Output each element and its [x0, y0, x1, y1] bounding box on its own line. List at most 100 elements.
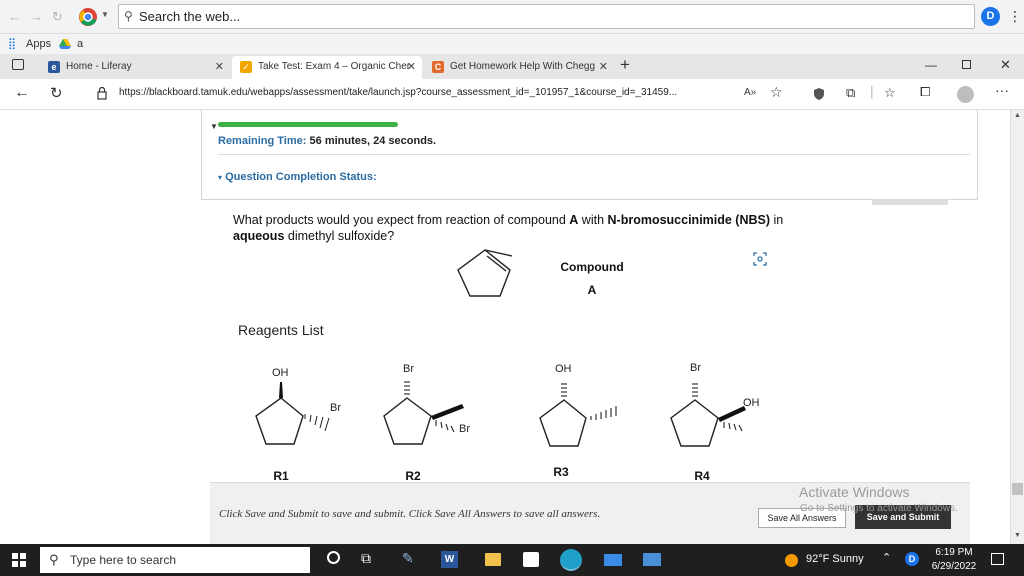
search-icon: ⚲	[49, 552, 59, 567]
profile-avatar[interactable]	[957, 86, 974, 103]
close-tab-icon[interactable]: ✕	[215, 56, 224, 78]
remaining-time: Remaining Time: 56 minutes, 24 seconds.	[218, 135, 436, 147]
q-part2: with	[578, 213, 608, 227]
r3-structure	[539, 383, 617, 447]
r1-label: R1	[273, 469, 289, 483]
forward-arrow-icon[interactable]: →	[30, 9, 43, 24]
question-text: What products would you expect from reac…	[233, 212, 793, 244]
minimize-icon[interactable]: —	[925, 58, 937, 72]
time-progress-bar	[218, 122, 398, 127]
close-tab-icon[interactable]: ✕	[599, 56, 608, 78]
q-compound: A	[569, 213, 579, 227]
shield-icon[interactable]	[813, 87, 825, 101]
favorite-star-icon[interactable]: ☆	[770, 84, 783, 101]
remaining-minutes: 56	[309, 135, 322, 147]
tab-label: Home - Liferay	[66, 61, 132, 72]
question-completion-status[interactable]: ▾ Question Completion Status:	[218, 171, 377, 183]
clock[interactable]: 6:19 PM 6/29/2022	[926, 546, 982, 574]
tab-home-liferay[interactable]: e Home - Liferay ✕	[40, 56, 230, 79]
compound-letter: A	[587, 283, 597, 297]
web-search-input[interactable]: ⚲ Search the web...	[118, 4, 975, 29]
zoom-image-icon[interactable]	[753, 252, 767, 266]
url-field[interactable]: https://blackboard.tamuk.edu/webapps/ass…	[119, 87, 677, 98]
store-icon[interactable]	[523, 552, 539, 567]
reagents-list-title: Reagents List	[238, 322, 324, 338]
r4-top-substituent: Br	[690, 362, 701, 374]
web-search-placeholder: Search the web...	[139, 9, 241, 24]
dropdown-caret-icon[interactable]: ▼	[101, 10, 109, 19]
chevron-up-icon[interactable]: ⌃	[882, 551, 891, 564]
close-window-icon[interactable]: ✕	[1000, 57, 1011, 73]
read-aloud-icon[interactable]: A»	[744, 87, 756, 98]
clock-time: 6:19 PM	[935, 547, 973, 558]
reload-icon[interactable]: ↻	[50, 84, 63, 102]
back-icon[interactable]: ←	[14, 84, 30, 102]
remaining-seconds: 24	[373, 135, 386, 147]
bookmark-a[interactable]: a	[77, 38, 83, 50]
blackboard-favicon-icon: ✓	[240, 61, 252, 73]
new-tab-button[interactable]: +	[620, 55, 630, 75]
tab-take-test[interactable]: ✓ Take Test: Exam 4 – Organic Cher ✕	[232, 56, 422, 79]
weather-text[interactable]: 92°F Sunny	[806, 553, 864, 565]
scroll-up-icon[interactable]: ▲	[1014, 112, 1021, 119]
back-arrow-icon[interactable]: ←	[8, 9, 21, 24]
remaining-label: Remaining Time:	[218, 135, 307, 147]
tab-actions-icon[interactable]	[12, 59, 24, 70]
task-view-icon[interactable]: ⧉	[361, 550, 371, 567]
r1-structure	[255, 382, 330, 445]
compound-label: Compound	[560, 260, 624, 274]
file-explorer-icon[interactable]	[485, 553, 501, 566]
chevron-down-icon: ▾	[218, 173, 223, 182]
word-icon[interactable]: W	[441, 551, 458, 568]
clock-date: 6/29/2022	[931, 561, 977, 572]
scroll-down-icon[interactable]: ▼	[1014, 532, 1021, 539]
address-bar: ← ↻ https://blackboard.tamuk.edu/webapps…	[0, 79, 1024, 110]
settings-more-icon[interactable]: ···	[995, 82, 1009, 98]
collections-icon[interactable]: ⧠	[920, 84, 930, 100]
q-part1: What products would you expect from reac…	[233, 213, 570, 227]
windows-taskbar: ⚲ Type here to search ⧉ ✎ W 92°F Sunny ⌃…	[0, 544, 1024, 576]
windows-start-icon[interactable]	[12, 553, 26, 567]
collapse-caret-icon[interactable]: ▼	[210, 122, 218, 131]
r2-label: R2	[405, 469, 421, 483]
cortana-icon[interactable]	[327, 551, 340, 564]
taskbar-search-placeholder: Type here to search	[70, 553, 177, 567]
footer-instructions: Click Save and Submit to save and submit…	[219, 508, 601, 520]
q-solvent: aqueous	[233, 229, 285, 243]
extensions-puzzle-icon[interactable]: ⧉	[846, 85, 855, 101]
activate-windows-title: Activate Windows	[799, 484, 910, 500]
sun-weather-icon[interactable]	[785, 554, 798, 567]
taskbar-search-input[interactable]: ⚲ Type here to search	[40, 547, 310, 573]
mail-icon[interactable]	[604, 554, 622, 566]
restore-icon[interactable]	[962, 60, 971, 69]
close-tab-icon[interactable]: ✕	[407, 56, 416, 78]
q-part3: in	[770, 213, 784, 227]
seconds-word: seconds.	[388, 135, 437, 147]
r2-top-substituent: Br	[403, 363, 414, 375]
chrome-logo-icon[interactable]	[78, 7, 98, 27]
toolbar-divider: |	[870, 83, 874, 99]
compound-a-structure	[457, 249, 513, 297]
r3-label: R3	[553, 465, 569, 479]
lock-icon[interactable]	[97, 87, 107, 100]
scrollbar-thumb[interactable]	[1012, 483, 1023, 495]
extension-d-icon[interactable]: D	[981, 7, 1000, 26]
vertical-scrollbar[interactable]: ▲ ▼	[1010, 110, 1024, 544]
notifications-icon[interactable]	[991, 553, 1004, 565]
refresh-icon[interactable]: ↻	[52, 9, 63, 25]
tab-strip: e Home - Liferay ✕ ✓ Take Test: Exam 4 –…	[0, 54, 1024, 79]
q-part4: dimethyl sulfoxide?	[284, 229, 395, 243]
drive-icon[interactable]	[59, 39, 71, 49]
activate-windows-subtitle: Go to Settings to activate Windows.	[800, 503, 958, 514]
favorites-list-icon[interactable]: ☆	[884, 85, 896, 101]
liferay-favicon-icon: e	[48, 61, 60, 73]
tray-d-icon[interactable]: D	[905, 552, 919, 566]
apps-grid-icon: ⣿	[8, 38, 17, 50]
chegg-favicon-icon: C	[432, 61, 444, 73]
edge-browser-icon[interactable]	[560, 549, 582, 571]
pen-app-icon[interactable]: ✎	[402, 550, 414, 567]
menu-dots-icon[interactable]: ⋮	[1008, 8, 1022, 25]
apps-link[interactable]: Apps	[26, 38, 51, 50]
photos-icon[interactable]	[643, 553, 661, 566]
tab-chegg[interactable]: C Get Homework Help With Chegg ✕	[424, 56, 614, 79]
